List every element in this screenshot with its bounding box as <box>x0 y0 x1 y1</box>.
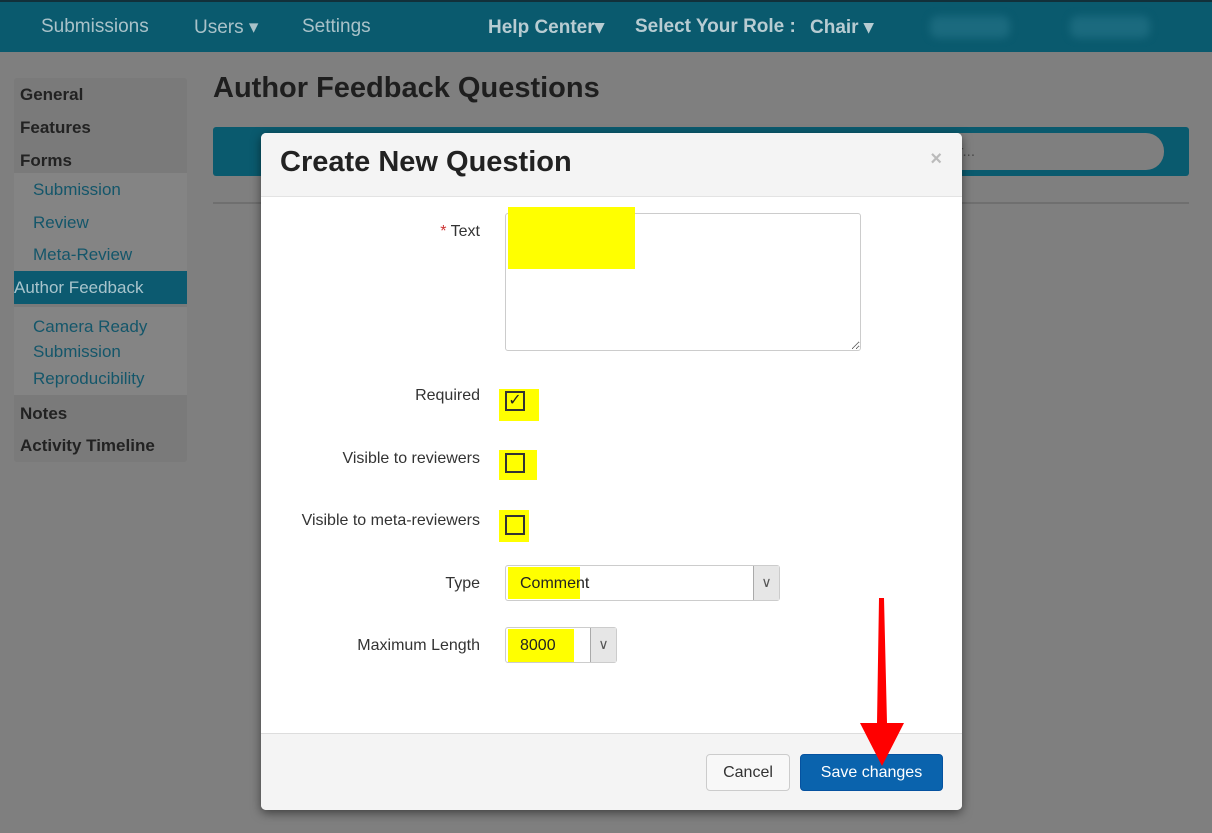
sidebar-item-meta-review[interactable]: Meta-Review <box>14 238 187 271</box>
max-length-label: Maximum Length <box>357 637 480 654</box>
role-select[interactable]: Chair ▾ <box>810 16 873 39</box>
modal-header: Create New Question × <box>261 133 962 197</box>
cancel-button[interactable]: Cancel <box>706 754 790 791</box>
nav-users[interactable]: Users ▾ <box>194 16 258 39</box>
sidebar-item-reproducibility[interactable]: Reproducibility <box>14 369 187 393</box>
search-input[interactable]: er... <box>940 133 1164 170</box>
sidebar-item-forms[interactable]: Forms <box>14 151 187 171</box>
blurred-nav-item <box>1070 16 1150 38</box>
text-label: * Text <box>440 223 480 240</box>
max-length-value: 8000 <box>520 637 556 654</box>
sidebar-item-review[interactable]: Review <box>14 206 187 239</box>
highlight <box>508 207 635 269</box>
page-title: Author Feedback Questions <box>213 72 600 104</box>
create-question-modal: Create New Question × * Text Required ✓ … <box>261 133 962 810</box>
modal-title: Create New Question <box>280 146 572 178</box>
visible-reviewers-checkbox[interactable] <box>505 453 525 473</box>
visible-reviewers-label: Visible to reviewers <box>342 450 480 467</box>
required-checkbox[interactable]: ✓ <box>505 391 525 411</box>
max-length-select[interactable]: 8000 ∨ <box>505 627 617 663</box>
sidebar-item-activity-timeline[interactable]: Activity Timeline <box>14 436 187 456</box>
nav-help-center[interactable]: Help Center▾ <box>488 16 604 39</box>
sidebar-item-general[interactable]: General <box>14 85 187 105</box>
required-label: Required <box>415 387 480 404</box>
visible-meta-checkbox[interactable] <box>505 515 525 535</box>
nav-submissions[interactable]: Submissions <box>41 16 149 38</box>
red-arrow-annotation <box>860 598 904 766</box>
sidebar-item-features[interactable]: Features <box>14 118 187 138</box>
sidebar-item-notes[interactable]: Notes <box>14 404 187 424</box>
role-label: Select Your Role : <box>635 16 796 37</box>
chevron-down-icon: ∨ <box>753 566 779 600</box>
visible-meta-label: Visible to meta-reviewers <box>301 512 480 529</box>
top-navbar: Submissions Users ▾ Settings Help Center… <box>0 0 1212 52</box>
nav-settings[interactable]: Settings <box>302 16 371 38</box>
modal-footer: Cancel Save changes <box>261 733 962 810</box>
close-icon[interactable]: × <box>930 148 942 171</box>
type-select[interactable]: Comment ∨ <box>505 565 780 601</box>
sidebar-item-submission[interactable]: Submission <box>14 173 187 206</box>
sidebar-item-author-feedback[interactable]: Author Feedback <box>14 271 187 304</box>
type-value: Comment <box>520 575 590 592</box>
blurred-nav-item <box>930 16 1010 38</box>
type-label: Type <box>445 575 480 592</box>
sidebar: General Features Forms Submission Review Meta… <box>14 78 187 462</box>
chevron-down-icon: ∨ <box>590 628 616 662</box>
